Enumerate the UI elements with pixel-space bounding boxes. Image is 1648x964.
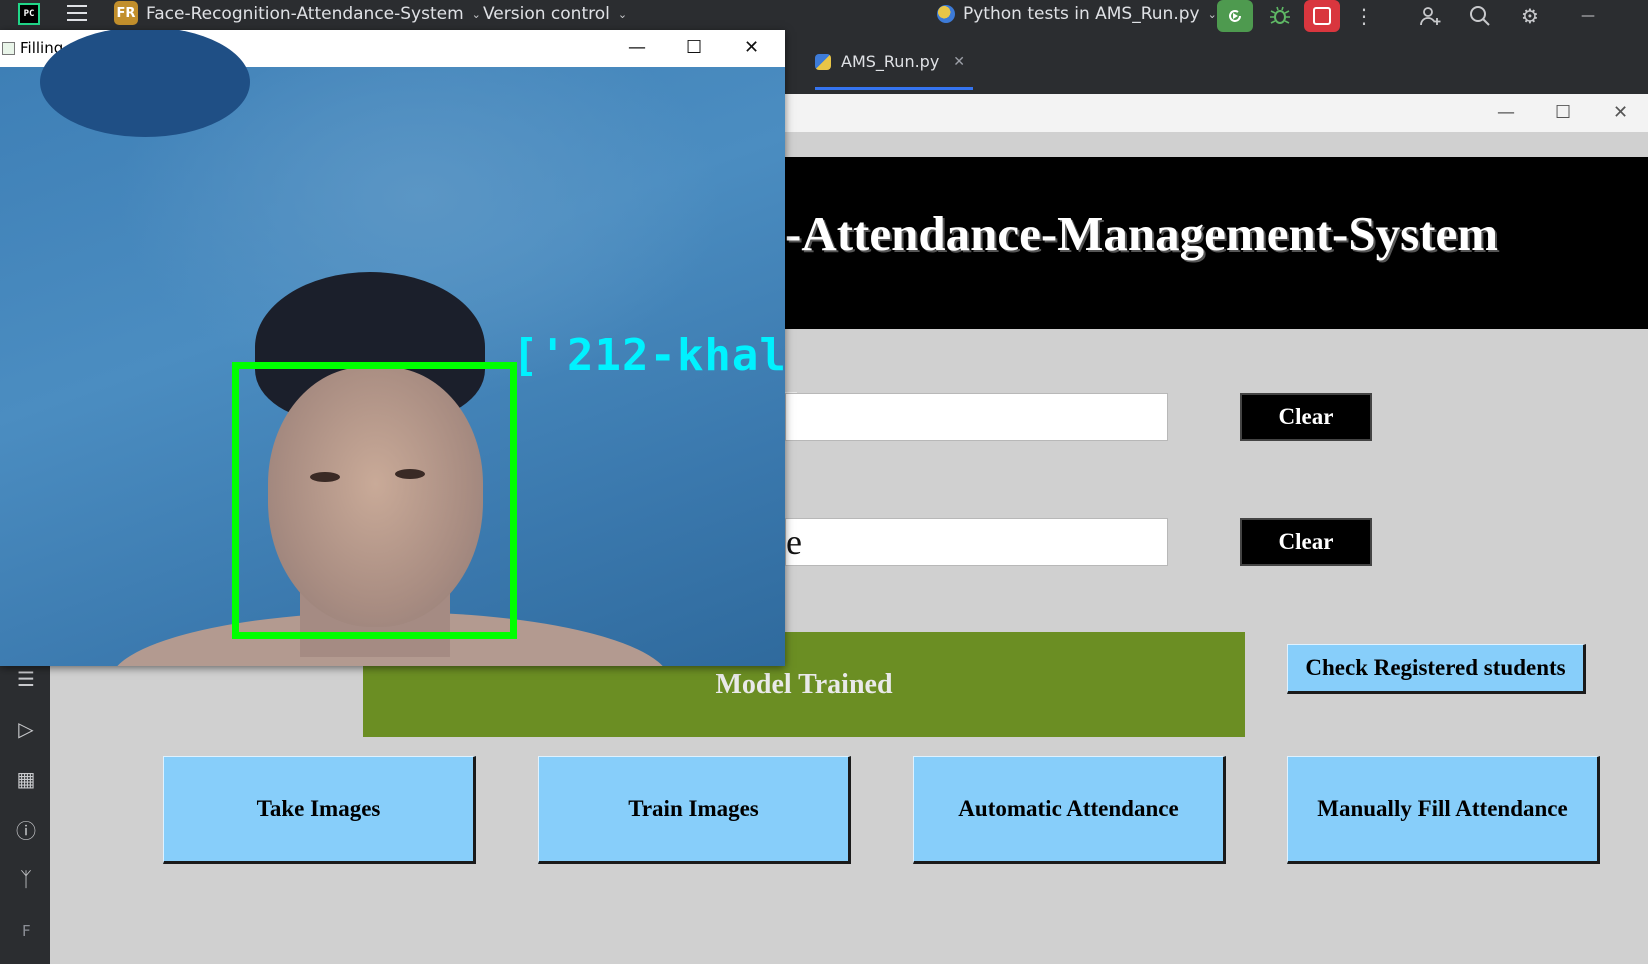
project-name: Face-Recognition-Attendance-System xyxy=(146,4,464,24)
active-tab-indicator xyxy=(815,87,973,90)
camera-window: Filling attedance.. — ☐ ✕ ['212-khale'] xyxy=(0,30,785,666)
ide-tool-strip: ☰ ▷ ▦ ⓘ ᛉ F xyxy=(0,660,50,964)
clear-enrollment-button[interactable]: Clear xyxy=(1240,393,1372,441)
app-icon xyxy=(2,42,15,55)
editor-tab-bar: AMS_Run.py ✕ xyxy=(785,38,1648,92)
add-user-icon xyxy=(1420,7,1441,26)
run-configuration-selector[interactable]: Python tests in AMS_Run.py ⌄ xyxy=(937,0,1217,28)
background-object xyxy=(40,30,250,137)
face-detection-box xyxy=(232,362,517,639)
layers-icon[interactable]: ☰ xyxy=(15,667,37,691)
stop-button[interactable] xyxy=(1304,0,1340,32)
settings-icon: ⚙ xyxy=(1521,4,1539,28)
debug-icon xyxy=(1270,6,1290,24)
train-images-button[interactable]: Train Images xyxy=(538,756,851,864)
sidebar-footer-project[interactable]: F xyxy=(22,922,31,940)
enrollment-entry[interactable] xyxy=(785,393,1168,441)
services-icon[interactable]: ▷ xyxy=(15,717,37,741)
close-tab-icon[interactable]: ✕ xyxy=(953,54,965,70)
terminal-icon[interactable]: ▦ xyxy=(15,767,37,791)
minimize-icon[interactable]: — xyxy=(1497,102,1515,123)
python-file-icon xyxy=(815,53,831,70)
ams-window: — ☐ ✕ -Attendance-Management-System Clea… xyxy=(50,94,1648,964)
tab-ams-run[interactable]: AMS_Run.py ✕ xyxy=(815,52,965,71)
automatic-attendance-button[interactable]: Automatic Attendance xyxy=(913,756,1226,864)
python-tests-icon xyxy=(937,5,955,23)
ams-banner-title: -Attendance-Management-System xyxy=(785,206,1499,261)
project-badge[interactable]: FR xyxy=(114,1,138,25)
webcam-feed: ['212-khale'] xyxy=(0,30,785,666)
search-icon xyxy=(1470,6,1490,26)
version-control-menu[interactable]: Version control ⌄ xyxy=(483,0,627,28)
tab-label: AMS_Run.py xyxy=(841,52,940,71)
check-registered-students-button[interactable]: Check Registered students xyxy=(1287,644,1586,694)
name-entry[interactable]: e xyxy=(785,518,1168,566)
ide-minimize-button[interactable]: — xyxy=(1570,0,1606,32)
settings-button[interactable]: ⚙ xyxy=(1512,0,1548,32)
recognized-id-label: ['212-khale'] xyxy=(512,330,785,381)
clear-name-button[interactable]: Clear xyxy=(1240,518,1372,566)
rerun-icon xyxy=(1229,10,1241,22)
maximize-icon[interactable]: ☐ xyxy=(686,37,702,58)
debug-button[interactable] xyxy=(1262,0,1298,32)
git-icon[interactable]: ᛉ xyxy=(15,867,37,891)
problems-icon[interactable]: ⓘ xyxy=(15,818,37,843)
maximize-icon[interactable]: ☐ xyxy=(1555,102,1571,123)
more-actions-button[interactable]: ⋮ xyxy=(1346,0,1382,32)
close-icon[interactable]: ✕ xyxy=(744,37,759,58)
pycharm-logo-icon[interactable]: PC xyxy=(18,3,40,25)
rerun-button[interactable] xyxy=(1217,0,1253,32)
run-configuration-label: Python tests in AMS_Run.py xyxy=(963,4,1200,24)
project-selector[interactable]: Face-Recognition-Attendance-System ⌄ xyxy=(146,0,481,28)
chevron-down-icon: ⌄ xyxy=(617,7,628,21)
stop-icon xyxy=(1313,7,1331,25)
code-with-me-button[interactable] xyxy=(1412,0,1448,32)
manual-attendance-button[interactable]: Manually Fill Attendance xyxy=(1287,756,1600,864)
minimize-icon[interactable]: — xyxy=(628,37,646,58)
version-control-label: Version control xyxy=(483,4,610,24)
take-images-button[interactable]: Take Images xyxy=(163,756,476,864)
search-button[interactable] xyxy=(1462,0,1498,32)
ams-title-bar: — ☐ ✕ xyxy=(785,94,1648,132)
ams-banner: -Attendance-Management-System xyxy=(785,157,1648,329)
more-icon: ⋮ xyxy=(1354,4,1374,28)
chevron-down-icon: ⌄ xyxy=(471,7,481,21)
menu-icon[interactable] xyxy=(67,5,87,23)
close-icon[interactable]: ✕ xyxy=(1613,102,1628,123)
chevron-down-icon: ⌄ xyxy=(1207,7,1217,21)
minimize-icon: — xyxy=(1581,8,1595,24)
